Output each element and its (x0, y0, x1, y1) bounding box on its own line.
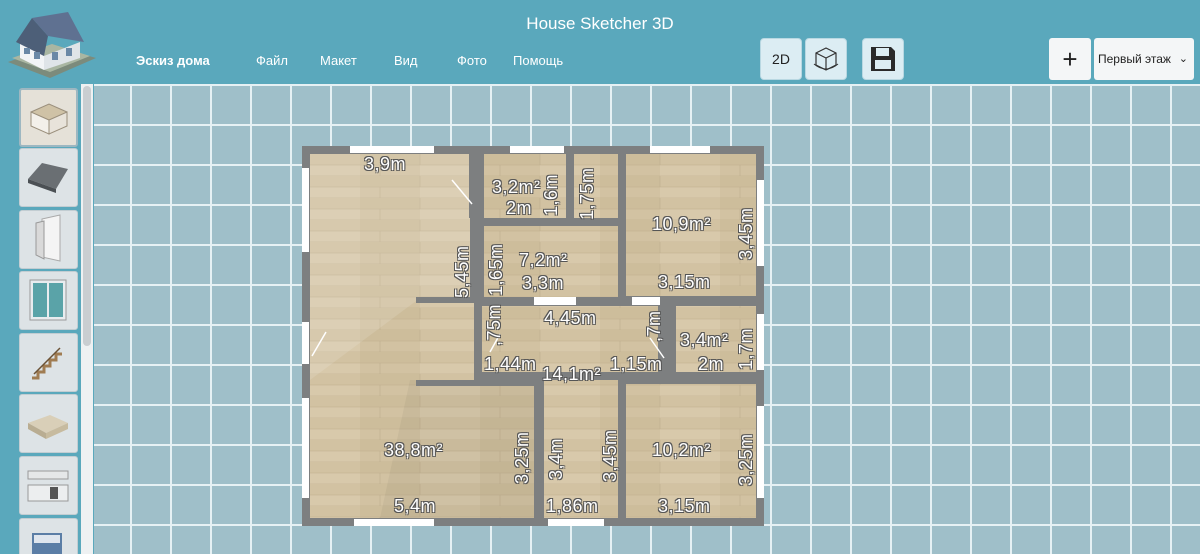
sidebar-scroll-thumb[interactable] (83, 86, 91, 346)
label-stair-height: 1,75m (577, 167, 597, 220)
top-bar: House Sketcher 3D Эскиз дома Файл Макет … (0, 0, 1200, 84)
floor-select-value: Первый этаж (1098, 52, 1171, 66)
tool-door[interactable] (19, 210, 78, 269)
label-passage-width: 1,86m (546, 496, 599, 516)
label-corridor-mid-height: ,7m (644, 310, 664, 342)
label-corridor-width: 4,45m (544, 308, 597, 328)
label-bedroom-tr-height: 3,45m (736, 207, 756, 260)
label-living-width: 5,4m (394, 496, 437, 516)
tool-window[interactable] (19, 271, 78, 330)
view-3d-button[interactable] (805, 38, 847, 80)
label-hall-area: 7,2m² (519, 250, 568, 270)
tool-stairs[interactable] (19, 333, 78, 392)
label-living-height: 3,25m (512, 431, 532, 484)
menu-item-layout[interactable]: Макет (320, 53, 357, 68)
app-title: House Sketcher 3D (526, 14, 674, 33)
label-bath-height: 1,6m (541, 173, 561, 216)
label-living-area: 38,8m² (384, 440, 444, 460)
label-small-area: 3,4m² (680, 330, 729, 350)
label-small-width: 2m (698, 354, 725, 374)
menu-item-view[interactable]: Вид (394, 53, 418, 68)
window-icon (29, 279, 67, 321)
cube-3d-icon (813, 47, 839, 71)
tool-room[interactable] (19, 88, 78, 147)
bed-icon (32, 533, 62, 554)
menu-item-photo[interactable]: Фото (457, 53, 487, 68)
view-2d-label: 2D (772, 51, 790, 67)
label-bath-width: 2m (506, 198, 533, 218)
view-2d-button[interactable]: 2D (760, 38, 802, 80)
plan-canvas[interactable]: 3,9m 3,2m² 2m 1,6m 1,75m 10,9m² 3,45m 3,… (94, 84, 1200, 554)
label-corridor-left-height: ,75m (484, 303, 504, 346)
label-small-height: 1,7m (736, 327, 756, 370)
menu-item-file[interactable]: Файл (256, 53, 288, 68)
label-passage-height2: 3,45m (600, 429, 620, 482)
label-hall-height: 1,65m (486, 243, 506, 296)
roof-icon (28, 163, 68, 193)
label-bedroom-br-width: 3,15m (658, 496, 711, 516)
door-icon (35, 214, 61, 262)
plus-icon: + (1062, 43, 1078, 74)
label-passage-height: 3,4m (546, 437, 566, 480)
add-floor-button[interactable]: + (1049, 38, 1091, 80)
tool-kitchen[interactable] (19, 456, 78, 515)
label-living-wall-height: 5,45m (452, 245, 472, 298)
label-bath-area: 3,2m² (492, 177, 541, 197)
chevron-down-icon: ⌄ (1178, 53, 1188, 65)
kitchen-icon (27, 470, 69, 502)
floor-select[interactable]: Первый этаж ⌄ (1094, 38, 1194, 80)
label-bedroom-tr-area: 10,9m² (652, 214, 712, 234)
menu-item-help[interactable]: Помощь (513, 53, 563, 68)
sofa-icon (28, 415, 68, 439)
label-bedroom-br-area: 10,2m² (652, 440, 712, 460)
house-logo-icon (2, 12, 98, 82)
tool-roof[interactable] (19, 148, 78, 207)
label-top-left-width: 3,9m (364, 154, 407, 174)
floppy-disk-icon (871, 47, 895, 71)
label-bedroom-tr-width: 3,15m (658, 272, 711, 292)
menu-item-sketch[interactable]: Эскиз дома (136, 53, 210, 68)
label-bedroom-br-height: 3,25m (736, 433, 756, 486)
tool-sofa[interactable] (19, 394, 78, 453)
label-corridor-left: 1,44m (484, 354, 537, 374)
stairs-icon (32, 347, 62, 380)
label-corridor-mid: 1,15m (610, 354, 663, 374)
room-box-icon (30, 103, 68, 135)
save-button[interactable] (862, 38, 904, 80)
tool-bed[interactable] (19, 518, 78, 554)
label-corridor-area: 14,1m² (542, 364, 602, 384)
label-hall-width: 3,3m (522, 273, 565, 293)
